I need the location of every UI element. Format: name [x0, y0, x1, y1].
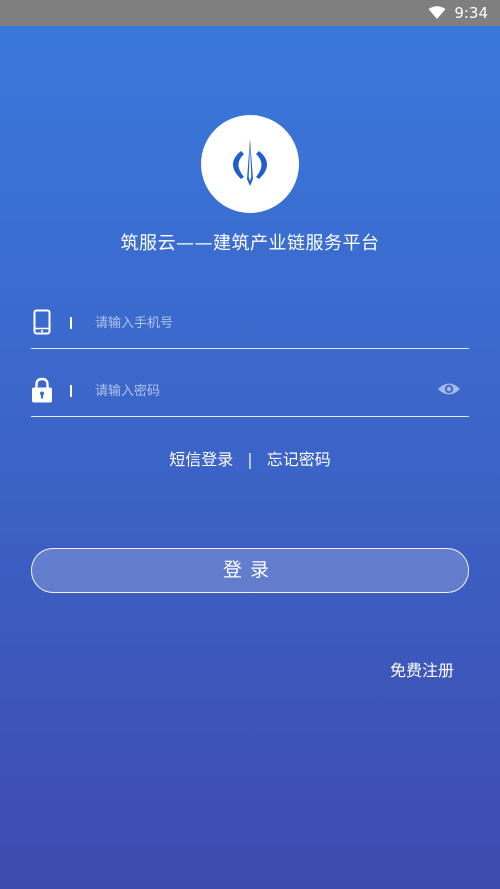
- wifi-icon: [428, 6, 446, 20]
- phone-field-divider: [70, 317, 72, 329]
- password-field-row: [31, 366, 469, 417]
- phone-icon: [31, 308, 53, 336]
- app-title: 筑服云——建筑产业链服务平台: [120, 233, 380, 254]
- phone-input[interactable]: [93, 310, 427, 336]
- password-input[interactable]: [93, 378, 427, 404]
- lock-icon: [31, 376, 53, 404]
- login-button[interactable]: 登录: [31, 548, 469, 593]
- password-field-divider: [70, 385, 72, 397]
- app-logo: [201, 115, 299, 213]
- status-indicators: 9:34: [428, 0, 488, 26]
- links-separator: |: [247, 450, 253, 469]
- phone-field-row: [31, 298, 469, 349]
- eye-icon[interactable]: [437, 379, 461, 399]
- status-bar: 9:34: [0, 0, 500, 26]
- sms-login-link[interactable]: 短信登录: [169, 450, 233, 469]
- forgot-password-link[interactable]: 忘记密码: [267, 450, 331, 469]
- login-screen: 9:34 筑服云——建筑产业链服务平台 请输入手机号 短信登录 | 忘记密码 登…: [0, 0, 500, 889]
- register-link[interactable]: 免费注册: [390, 657, 454, 681]
- app-logo-icon: [233, 139, 267, 186]
- login-links: 短信登录 | 忘记密码: [0, 446, 500, 470]
- status-time: 9:34: [454, 4, 488, 22]
